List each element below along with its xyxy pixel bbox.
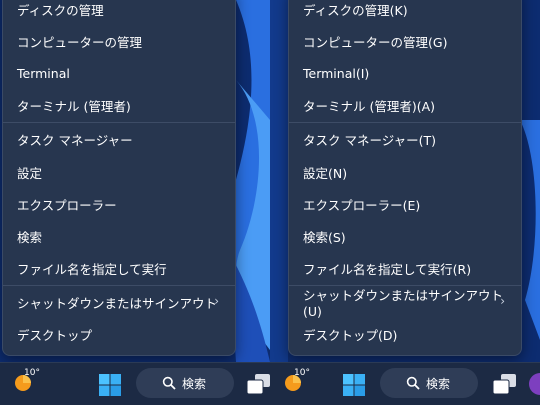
taskbar: 10° 検索 bbox=[270, 362, 540, 405]
weather-temperature: 10° bbox=[294, 368, 310, 378]
winx-context-menu: ディスクの管理(K) コンピューターの管理(G) Terminal(I) ターミ… bbox=[288, 0, 522, 356]
menu-item-computer-management[interactable]: コンピューターの管理(G) bbox=[289, 26, 521, 56]
menu-item-task-manager[interactable]: タスク マネージャー bbox=[3, 124, 235, 154]
chevron-right-icon: › bbox=[500, 294, 505, 308]
menu-item-disk-management[interactable]: ディスクの管理(K) bbox=[289, 0, 521, 24]
menu-item-search[interactable]: 検索(S) bbox=[289, 221, 521, 251]
taskbar: 10° 検索 bbox=[0, 362, 270, 405]
menu-item-run[interactable]: ファイル名を指定して実行 bbox=[3, 253, 235, 283]
menu-item-search[interactable]: 検索 bbox=[3, 221, 235, 251]
app-icon[interactable] bbox=[528, 371, 540, 397]
context-menu-panel-left: ディスクの管理 コンピューターの管理 Terminal ターミナル (管理者) … bbox=[0, 0, 270, 405]
search-label: 検索 bbox=[426, 377, 451, 391]
task-view-icon[interactable] bbox=[246, 373, 270, 395]
menu-item-desktop[interactable]: デスクトップ(D) bbox=[289, 319, 521, 349]
menu-item-terminal-admin[interactable]: ターミナル (管理者)(A) bbox=[289, 90, 521, 120]
menu-item-shutdown-signout[interactable]: シャットダウンまたはサインアウト › bbox=[3, 287, 235, 317]
search-icon bbox=[162, 376, 176, 390]
search-icon bbox=[406, 376, 420, 390]
menu-separator bbox=[289, 122, 521, 123]
menu-item-terminal[interactable]: Terminal(I) bbox=[289, 58, 521, 88]
taskbar-search-box[interactable]: 検索 bbox=[380, 368, 478, 398]
chevron-right-icon: › bbox=[214, 294, 219, 308]
menu-item-terminal-admin[interactable]: ターミナル (管理者) bbox=[3, 90, 235, 120]
menu-item-task-manager[interactable]: タスク マネージャー(T) bbox=[289, 124, 521, 154]
taskbar-search-box[interactable]: 検索 bbox=[136, 368, 234, 398]
menu-item-settings[interactable]: 設定(N) bbox=[289, 157, 521, 187]
context-menu-panel-right: ディスクの管理(K) コンピューターの管理(G) Terminal(I) ターミ… bbox=[270, 0, 540, 405]
menu-item-computer-management[interactable]: コンピューターの管理 bbox=[3, 26, 235, 56]
weather-temperature: 10° bbox=[24, 368, 40, 378]
menu-separator bbox=[3, 285, 235, 286]
search-label: 検索 bbox=[182, 377, 207, 391]
menu-item-explorer[interactable]: エクスプローラー(E) bbox=[289, 189, 521, 219]
task-view-icon[interactable] bbox=[492, 373, 518, 395]
menu-item-desktop[interactable]: デスクトップ bbox=[3, 319, 235, 349]
menu-separator bbox=[3, 122, 235, 123]
menu-item-explorer[interactable]: エクスプローラー bbox=[3, 189, 235, 219]
winx-context-menu: ディスクの管理 コンピューターの管理 Terminal ターミナル (管理者) … bbox=[2, 0, 236, 356]
menu-item-shutdown-signout[interactable]: シャットダウンまたはサインアウト(U) › bbox=[289, 287, 521, 319]
menu-item-disk-management[interactable]: ディスクの管理 bbox=[3, 0, 235, 24]
windows-start-icon[interactable] bbox=[342, 373, 366, 397]
menu-item-settings[interactable]: 設定 bbox=[3, 157, 235, 187]
menu-item-run[interactable]: ファイル名を指定して実行(R) bbox=[289, 253, 521, 283]
windows-start-icon[interactable] bbox=[98, 373, 122, 397]
menu-item-terminal[interactable]: Terminal bbox=[3, 58, 235, 88]
